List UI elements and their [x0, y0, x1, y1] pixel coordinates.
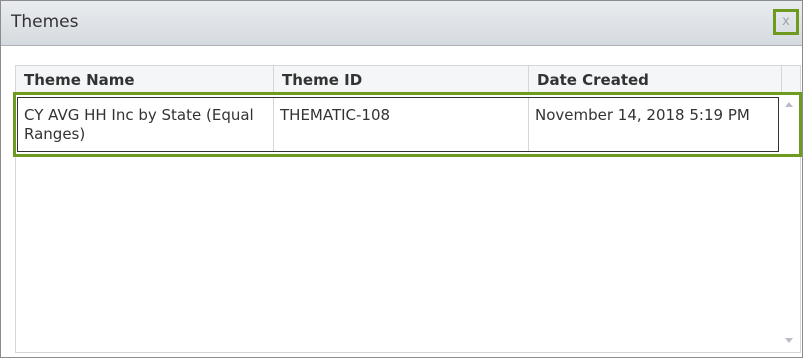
column-header-date-created[interactable]: Date Created — [529, 66, 782, 94]
dialog-titlebar: Themes x — [1, 1, 802, 46]
grid-header-row: Theme Name Theme ID Date Created — [16, 66, 800, 95]
column-header-theme-name[interactable]: Theme Name — [16, 66, 274, 94]
cell-theme-id: THEMATIC-108 — [274, 98, 529, 151]
column-header-theme-id[interactable]: Theme ID — [274, 66, 529, 94]
themes-dialog: Themes x Theme Name Theme ID Date Create… — [0, 0, 803, 358]
close-icon: x — [782, 14, 790, 29]
column-header-spacer — [782, 66, 800, 94]
close-button[interactable]: x — [773, 9, 799, 35]
scroll-up-arrow-icon[interactable] — [785, 102, 793, 107]
table-row[interactable]: CY AVG HH Inc by State (Equal Ranges) TH… — [17, 97, 779, 152]
cell-theme-name: CY AVG HH Inc by State (Equal Ranges) — [18, 98, 274, 151]
cell-date-created: November 14, 2018 5:19 PM — [535, 106, 750, 124]
scroll-down-arrow-icon[interactable] — [785, 338, 793, 343]
vertical-scrollbar[interactable] — [781, 94, 799, 352]
dialog-title: Themes — [11, 12, 79, 32]
